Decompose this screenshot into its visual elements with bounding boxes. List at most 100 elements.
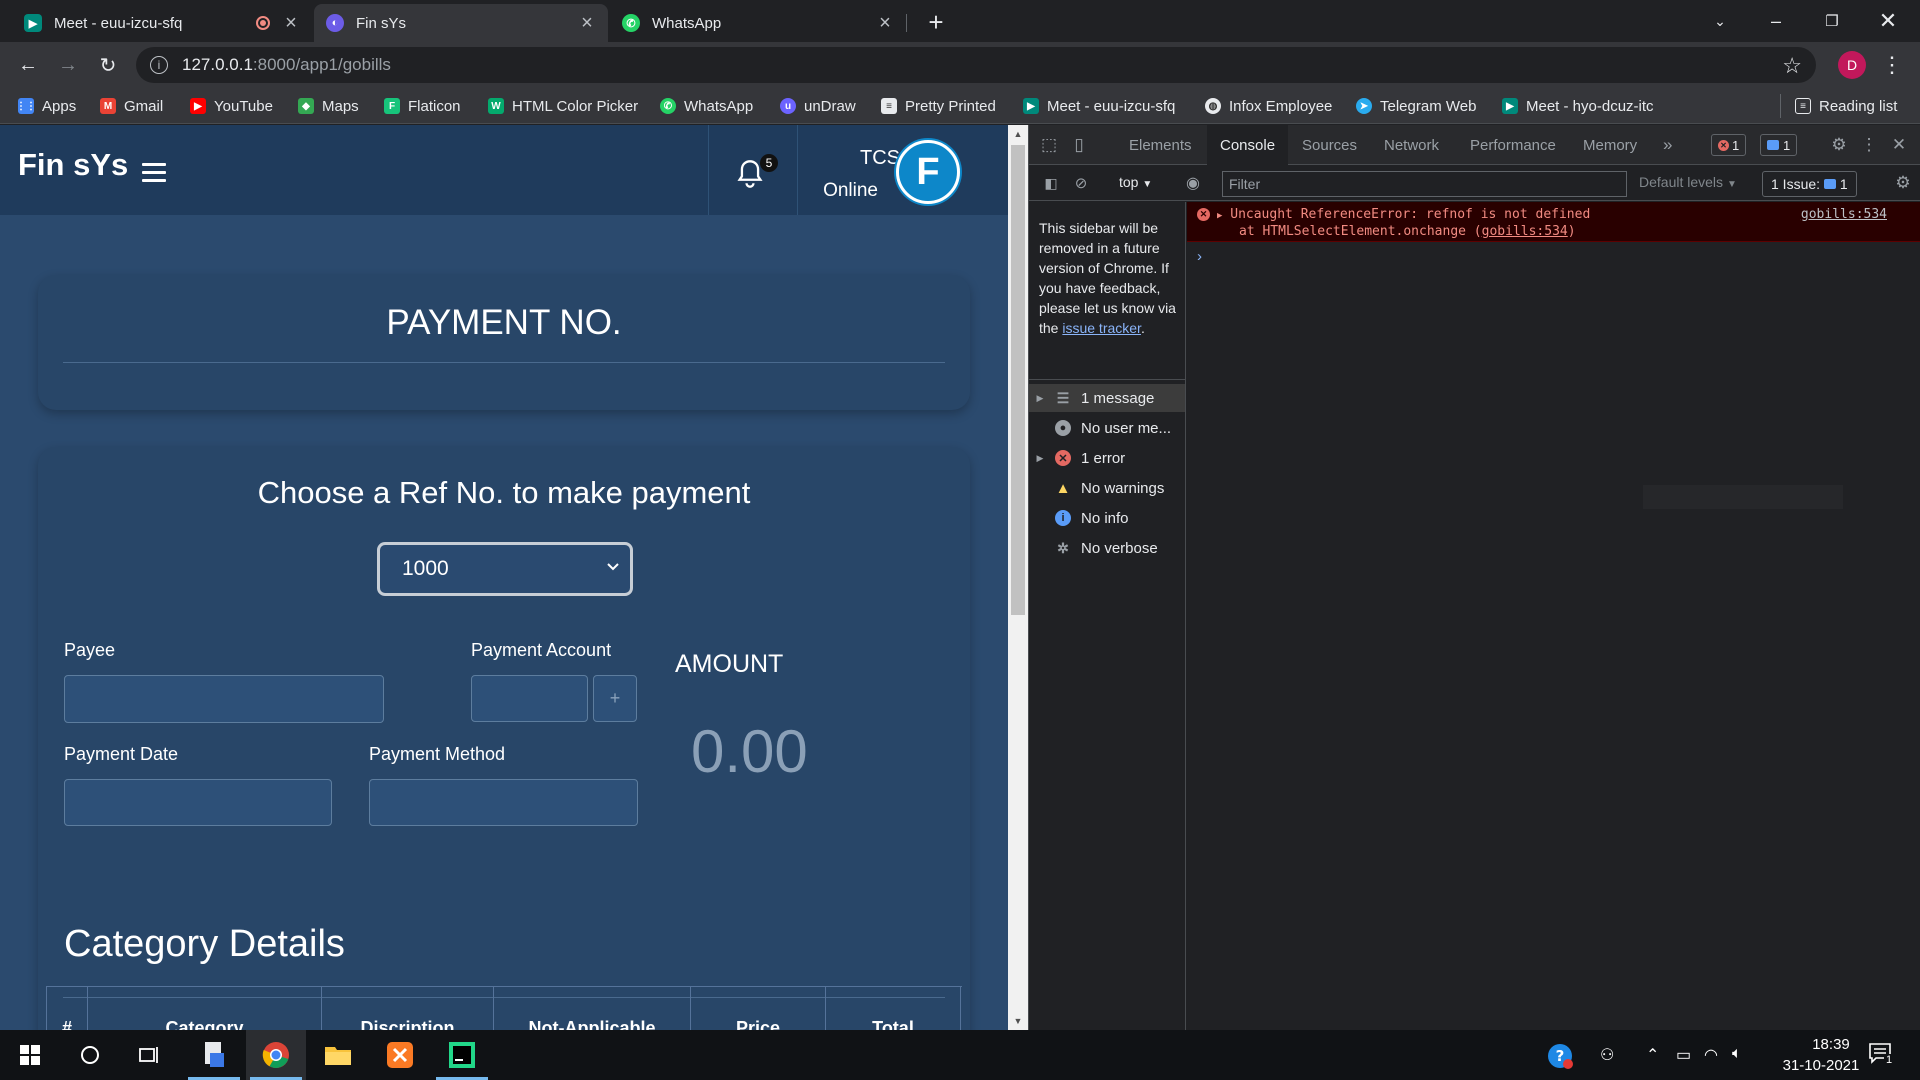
more-tabs-icon[interactable]: » [1663, 125, 1672, 165]
sidebar-item-errors[interactable]: ▶ ✕ 1 error [1029, 444, 1185, 472]
settings-gear-icon[interactable]: ⚙ [1829, 135, 1849, 155]
close-tab-icon[interactable]: × [282, 13, 300, 33]
reload-button[interactable]: ↻ [92, 49, 124, 81]
device-toolbar-icon[interactable]: ▯ [1069, 135, 1089, 155]
message-count-badge[interactable]: 1 [1760, 134, 1798, 156]
clock-date[interactable]: 31-10-2021 [1766, 1057, 1876, 1074]
devtools-tab-memory[interactable]: Memory [1583, 125, 1637, 165]
tab-fin-sys[interactable]: ◐ Fin sYs × [314, 4, 608, 42]
devtools-menu-icon[interactable]: ⋮ [1859, 135, 1879, 155]
error-stack-link[interactable]: gobills:534 [1482, 224, 1568, 239]
bookmark-flaticon[interactable]: F Flaticon [384, 94, 461, 118]
chrome-menu-icon[interactable]: ⋮ [1880, 50, 1904, 80]
bookmark-whatsapp[interactable]: ✆ WhatsApp [660, 94, 753, 118]
expand-arrow-icon[interactable]: ▶ [1217, 211, 1222, 221]
taskbar-file-app[interactable] [184, 1030, 244, 1080]
console-filter-input[interactable]: Filter [1222, 171, 1627, 197]
clock-time[interactable]: 18:39 [1786, 1036, 1876, 1053]
devtools-tab-network[interactable]: Network [1384, 125, 1439, 165]
new-tab-button[interactable]: + [920, 6, 952, 38]
site-info-icon[interactable]: i [150, 56, 168, 74]
payment-date-input[interactable] [64, 779, 332, 826]
task-view-button[interactable] [120, 1030, 180, 1080]
help-icon[interactable]: ? [1546, 1042, 1574, 1075]
sidebar-item-user-messages[interactable]: ● No user me... [1029, 414, 1185, 442]
sidebar-toggle-icon[interactable]: ◧ [1041, 173, 1061, 193]
bookmark-maps[interactable]: ◆ Maps [298, 94, 359, 118]
bookmark-gmail[interactable]: M Gmail [100, 94, 163, 118]
tab-whatsapp[interactable]: ✆ WhatsApp × [610, 4, 906, 42]
tab-meet[interactable]: ▶ Meet - euu-izcu-sfq × [12, 4, 312, 42]
devtools-tab-performance[interactable]: Performance [1470, 125, 1556, 165]
context-select[interactable]: top ▼ [1119, 174, 1152, 190]
scrollbar-thumb[interactable] [1011, 145, 1025, 615]
bookmark-telegram-web[interactable]: ➤ Telegram Web [1356, 94, 1476, 118]
volume-icon[interactable]: 🔈︎ [1732, 1045, 1742, 1063]
close-window-button[interactable]: ✕ [1860, 0, 1916, 42]
bookmark-meet-2[interactable]: ▶ Meet - hyo-dcuz-itc [1502, 94, 1654, 118]
address-bar[interactable]: i 127.0.0.1:8000/app1/gobills ☆ [136, 47, 1816, 83]
back-button[interactable]: ← [12, 49, 44, 81]
close-tab-icon[interactable]: × [876, 13, 894, 33]
start-button[interactable] [0, 1030, 60, 1080]
payment-account-select[interactable] [471, 675, 588, 722]
bookmark-youtube[interactable]: ▶ YouTube [190, 94, 273, 118]
taskbar-pycharm[interactable] [432, 1030, 492, 1080]
bookmark-undraw[interactable]: u unDraw [780, 94, 856, 118]
cortana-search-button[interactable] [60, 1030, 120, 1080]
taskbar-chrome[interactable] [246, 1030, 306, 1080]
expand-arrow-icon[interactable]: ▶ [1029, 453, 1051, 464]
issues-button[interactable]: 1 Issue: 1 [1762, 171, 1857, 197]
sidebar-item-verbose[interactable]: ✲ No verbose [1029, 534, 1185, 562]
ref-number-select[interactable]: 1000 [377, 542, 633, 596]
bookmark-pretty-printed[interactable]: ≡ Pretty Printed [881, 94, 996, 118]
taskbar-xampp[interactable] [370, 1030, 430, 1080]
user-avatar[interactable]: F [896, 140, 960, 204]
bookmark-apps[interactable]: ⋮⋮ Apps [16, 94, 76, 118]
battery-icon[interactable]: ▭ [1676, 1045, 1691, 1065]
tab-search-icon[interactable]: ⌄ [1692, 0, 1748, 42]
expand-arrow-icon[interactable]: ▶ [1029, 393, 1051, 404]
show-hidden-icons-chevron-icon[interactable]: ⌃ [1646, 1045, 1659, 1065]
wifi-icon[interactable]: ◠ [1704, 1045, 1718, 1065]
bookmark-infox-employee[interactable]: ◍ Infox Employee [1205, 94, 1332, 118]
page-scrollbar[interactable]: ▲ ▼ [1008, 125, 1028, 1030]
add-account-button[interactable]: + [593, 675, 637, 722]
hamburger-menu-icon[interactable] [142, 163, 166, 183]
scroll-down-icon[interactable]: ▼ [1008, 1012, 1028, 1030]
devtools-tab-sources[interactable]: Sources [1302, 125, 1357, 165]
console-prompt[interactable]: › [1197, 248, 1202, 265]
close-tab-icon[interactable]: × [578, 13, 596, 33]
bookmark-meet-1[interactable]: ▶ Meet - euu-izcu-sfq [1023, 94, 1175, 118]
restore-button[interactable]: ❐ [1804, 0, 1860, 42]
console-error-message[interactable]: ✕ ▶ Uncaught ReferenceError: refnof is n… [1187, 202, 1920, 242]
profile-avatar[interactable]: D [1838, 51, 1866, 79]
devtools-tab-elements[interactable]: Elements [1129, 125, 1192, 165]
close-devtools-icon[interactable]: ✕ [1889, 135, 1909, 155]
console-settings-gear-icon[interactable]: ⚙ [1893, 173, 1913, 193]
app-brand[interactable]: Fin sYs [18, 147, 128, 183]
console-output[interactable]: ✕ ▶ Uncaught ReferenceError: refnof is n… [1187, 202, 1920, 1030]
bookmark-star-icon[interactable]: ☆ [1782, 53, 1802, 79]
payee-input[interactable] [64, 675, 384, 723]
sidebar-item-messages[interactable]: ▶ ☰ 1 message [1029, 384, 1185, 412]
error-source-link[interactable]: gobills:534 [1801, 207, 1887, 222]
issue-tracker-link[interactable]: issue tracker [1062, 320, 1141, 336]
live-expression-eye-icon[interactable]: ◉ [1182, 173, 1204, 193]
sidebar-item-info[interactable]: i No info [1029, 504, 1185, 532]
action-center-button[interactable]: 1 [1868, 1042, 1896, 1068]
devtools-tab-console[interactable]: Console [1207, 125, 1289, 165]
clear-console-icon[interactable]: ⊘ [1071, 173, 1091, 193]
payment-method-select[interactable] [369, 779, 638, 826]
sidebar-item-warnings[interactable]: ▲ No warnings [1029, 474, 1185, 502]
people-icon[interactable]: ⚇ [1600, 1045, 1614, 1065]
taskbar-file-explorer[interactable] [308, 1030, 368, 1080]
error-count-badge[interactable]: ✕ 1 [1711, 134, 1747, 156]
bookmark-html-color-picker[interactable]: W HTML Color Picker [488, 94, 638, 118]
inspect-element-icon[interactable]: ⬚ [1039, 135, 1059, 155]
minimize-button[interactable]: – [1748, 0, 1804, 42]
reading-list-button[interactable]: ≡ Reading list [1780, 94, 1897, 118]
scroll-up-icon[interactable]: ▲ [1008, 125, 1028, 143]
log-levels-select[interactable]: Default levels ▼ [1639, 174, 1737, 190]
forward-button[interactable]: → [52, 49, 84, 81]
